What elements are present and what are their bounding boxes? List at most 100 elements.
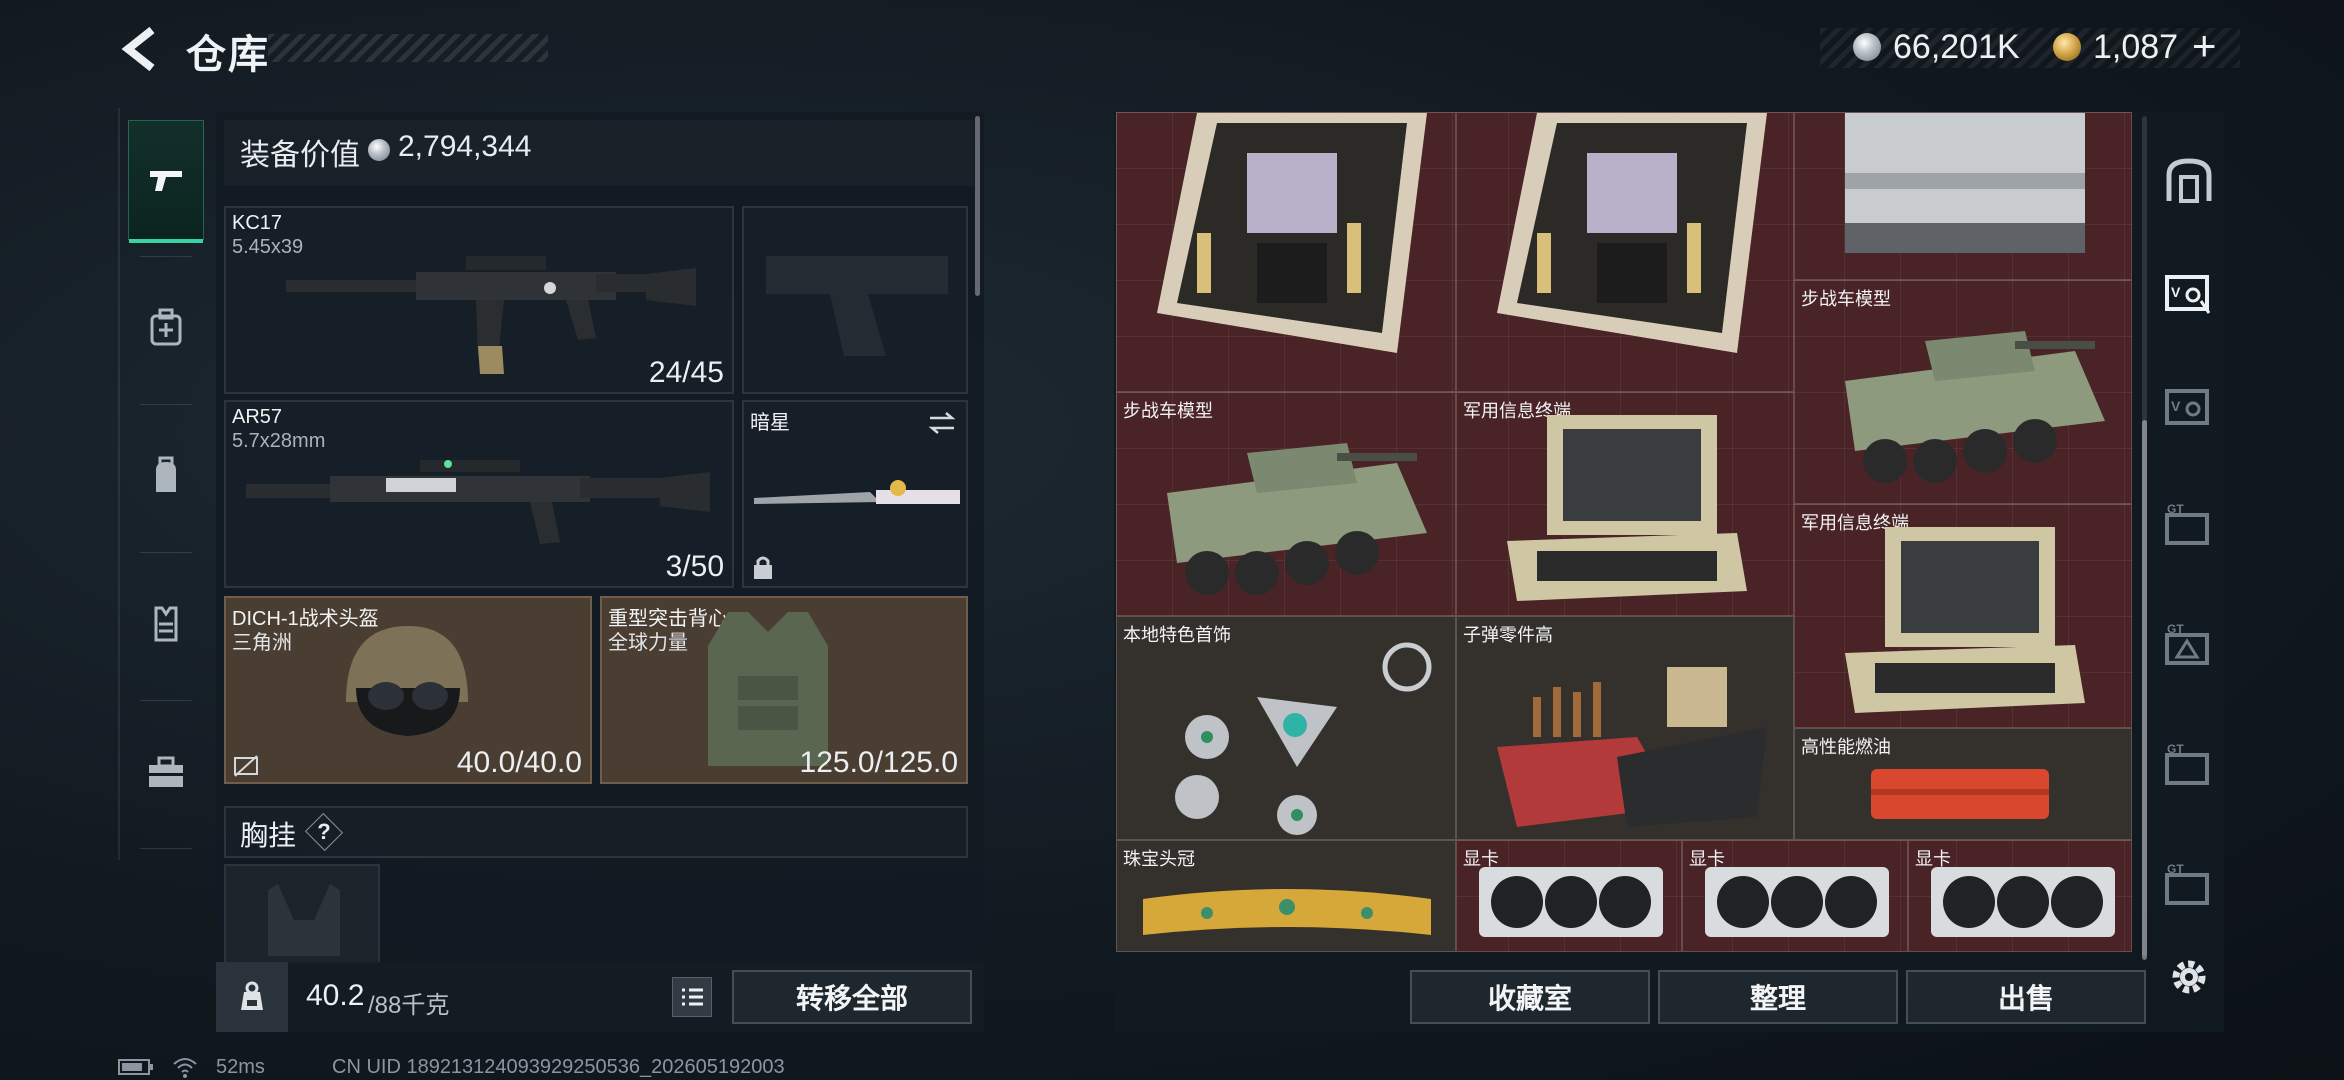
ifv-model-icon: [1167, 443, 1427, 595]
chest-rig-silhouette-icon: [268, 884, 340, 956]
item-slot[interactable]: [1456, 112, 1794, 392]
circuit-board-icon: [1497, 113, 1767, 353]
helmet-durability: 40.0/40.0: [456, 746, 582, 779]
gear-icon: [2172, 960, 2206, 994]
armor-slot[interactable]: 重型突击背心 全球力量 125.0/125.0: [600, 596, 968, 784]
pistol-silhouette-icon: [766, 256, 948, 356]
battery-icon: [118, 1059, 153, 1075]
graphics-card-icon: [1705, 867, 1889, 937]
medkit-icon: [150, 308, 182, 346]
tab-toolbox[interactable]: [128, 712, 204, 832]
silver-coin-icon: [1853, 33, 1881, 61]
ammo-parts-icon: [1497, 667, 1767, 827]
back-arrow-icon[interactable]: [118, 24, 162, 74]
tiara-icon: [1143, 889, 1431, 935]
weapon-ammo-count: 3/50: [665, 550, 724, 583]
storage-crate-active-icon: V: [2165, 275, 2211, 314]
swap-icon[interactable]: [926, 410, 958, 436]
storage-item-gpu[interactable]: 显卡: [1456, 840, 1682, 952]
silver-coin-icon: [368, 139, 390, 161]
storage-item-local-jewelry[interactable]: 本地特色首饰: [1116, 616, 1456, 840]
chest-rig-slot[interactable]: [224, 864, 380, 964]
collection-room-button[interactable]: 收藏室: [1410, 970, 1650, 1024]
storage-item-ammo-parts[interactable]: 子弹零件高: [1456, 616, 1794, 840]
lock-icon: [754, 556, 772, 579]
graphics-card-icon: [1479, 867, 1663, 937]
helmet-slot[interactable]: DICH-1战术头盔 三角洲 40.0/40.0: [224, 596, 592, 784]
rail-safe-box[interactable]: [2160, 152, 2218, 210]
carry-weight-value: 40.2: [306, 979, 365, 1012]
storage-item-high-performance-fuel[interactable]: 高性能燃油: [1794, 728, 2132, 840]
weapon-ammo-count: 24/45: [648, 356, 724, 389]
item-label: 珠宝头冠: [1123, 849, 1195, 869]
tab-backpack[interactable]: [128, 416, 204, 536]
sidearm-slot[interactable]: [742, 206, 968, 394]
helmet-icon: [346, 626, 468, 736]
tab-weapons[interactable]: [128, 120, 204, 243]
rail-storage-5[interactable]: GT: [2160, 738, 2218, 796]
fuel-canister-icon: [1871, 769, 2049, 819]
melee-slot[interactable]: 暗星: [742, 400, 968, 588]
pendant-jewelry-icon: [1175, 642, 1432, 835]
equipment-value-amount: 2,794,344: [398, 130, 532, 163]
svg-text:GT: GT: [2167, 502, 2184, 516]
storage-crate-icon: GT: [2165, 502, 2209, 545]
knife-icon: [754, 480, 960, 504]
toolbox-icon: [149, 756, 183, 787]
item-slot[interactable]: [1116, 112, 1456, 392]
storage-item-gpu[interactable]: 显卡: [1682, 840, 1908, 952]
storage-crate-icon: GT: [2165, 862, 2209, 905]
equipment-scrollbar[interactable]: [975, 116, 980, 296]
safe-box-icon: [2166, 158, 2212, 203]
list-view-button[interactable]: [672, 977, 712, 1017]
item-slot[interactable]: [1794, 112, 2132, 280]
organize-button[interactable]: 整理: [1658, 970, 1898, 1024]
storage-item-gpu[interactable]: 显卡: [1908, 840, 2132, 952]
storage-item-ifv-model[interactable]: 步战车模型: [1794, 280, 2132, 504]
melee-name: 暗星: [750, 412, 790, 434]
player-uid: CN UID 189213124093929250536_20260519200…: [332, 1056, 785, 1078]
armor-origin: 全球力量: [608, 632, 688, 654]
page-title: 仓库: [186, 33, 270, 77]
carry-weight-max: /88千克: [368, 992, 450, 1019]
rail-storage-3[interactable]: GT: [2160, 498, 2218, 556]
storage-item-jewel-tiara[interactable]: 珠宝头冠: [1116, 840, 1456, 952]
rail-storage-6[interactable]: GT: [2160, 858, 2218, 916]
title-decoration: [268, 34, 548, 62]
secondary-weapon-slot[interactable]: AR57 5.7x28mm 3/50: [224, 400, 734, 588]
sell-button[interactable]: 出售: [1906, 970, 2146, 1024]
rail-storage-4[interactable]: GT: [2160, 618, 2218, 676]
svg-text:V: V: [2171, 398, 2181, 414]
item-label: 高性能燃油: [1801, 737, 1891, 757]
settings-button[interactable]: [2160, 948, 2218, 1006]
svg-text:GT: GT: [2167, 742, 2184, 756]
storage-item-ifv-model[interactable]: 步战车模型: [1116, 392, 1456, 616]
help-icon[interactable]: ?: [306, 815, 342, 849]
rugged-laptop-icon: [1845, 527, 2085, 713]
weight-icon: [216, 962, 288, 1032]
rugged-laptop-icon: [1507, 415, 1747, 601]
svg-text:V: V: [2171, 284, 2181, 300]
pistol-icon: [150, 171, 182, 191]
storage-crate-icon: GT: [2165, 622, 2209, 665]
armor-durability: 125.0/125.0: [799, 746, 958, 779]
tab-vest[interactable]: [128, 564, 204, 684]
storage-grid: 步战车模型 军用信息终端 步战车模型 本地特色首饰 子弹零件高 军用信息终端 高…: [1116, 112, 2132, 952]
storage-item-military-terminal[interactable]: 军用信息终端: [1456, 392, 1794, 616]
add-currency-button[interactable]: +: [2192, 22, 2217, 70]
storage-item-military-terminal[interactable]: 军用信息终端: [1794, 504, 2132, 728]
ping-value: 52ms: [216, 1056, 265, 1078]
backpack-icon: [156, 456, 176, 492]
tab-medical[interactable]: [128, 268, 204, 388]
rail-storage-2[interactable]: V: [2160, 378, 2218, 436]
vest-icon: [154, 606, 178, 642]
circuit-board-icon: [1157, 113, 1427, 353]
rail-storage-1[interactable]: V: [2160, 264, 2218, 322]
storage-crate-icon: V: [2165, 389, 2209, 425]
storage-scrollbar-thumb[interactable]: [2142, 420, 2147, 960]
primary-weapon-slot[interactable]: KC17 5.45x39 24/45: [224, 206, 734, 394]
equipment-value-label: 装备价值: [240, 139, 360, 172]
silver-currency-amount: 66,201K: [1893, 28, 2020, 66]
smg-icon: [246, 460, 710, 544]
transfer-all-button[interactable]: 转移全部: [732, 970, 972, 1024]
